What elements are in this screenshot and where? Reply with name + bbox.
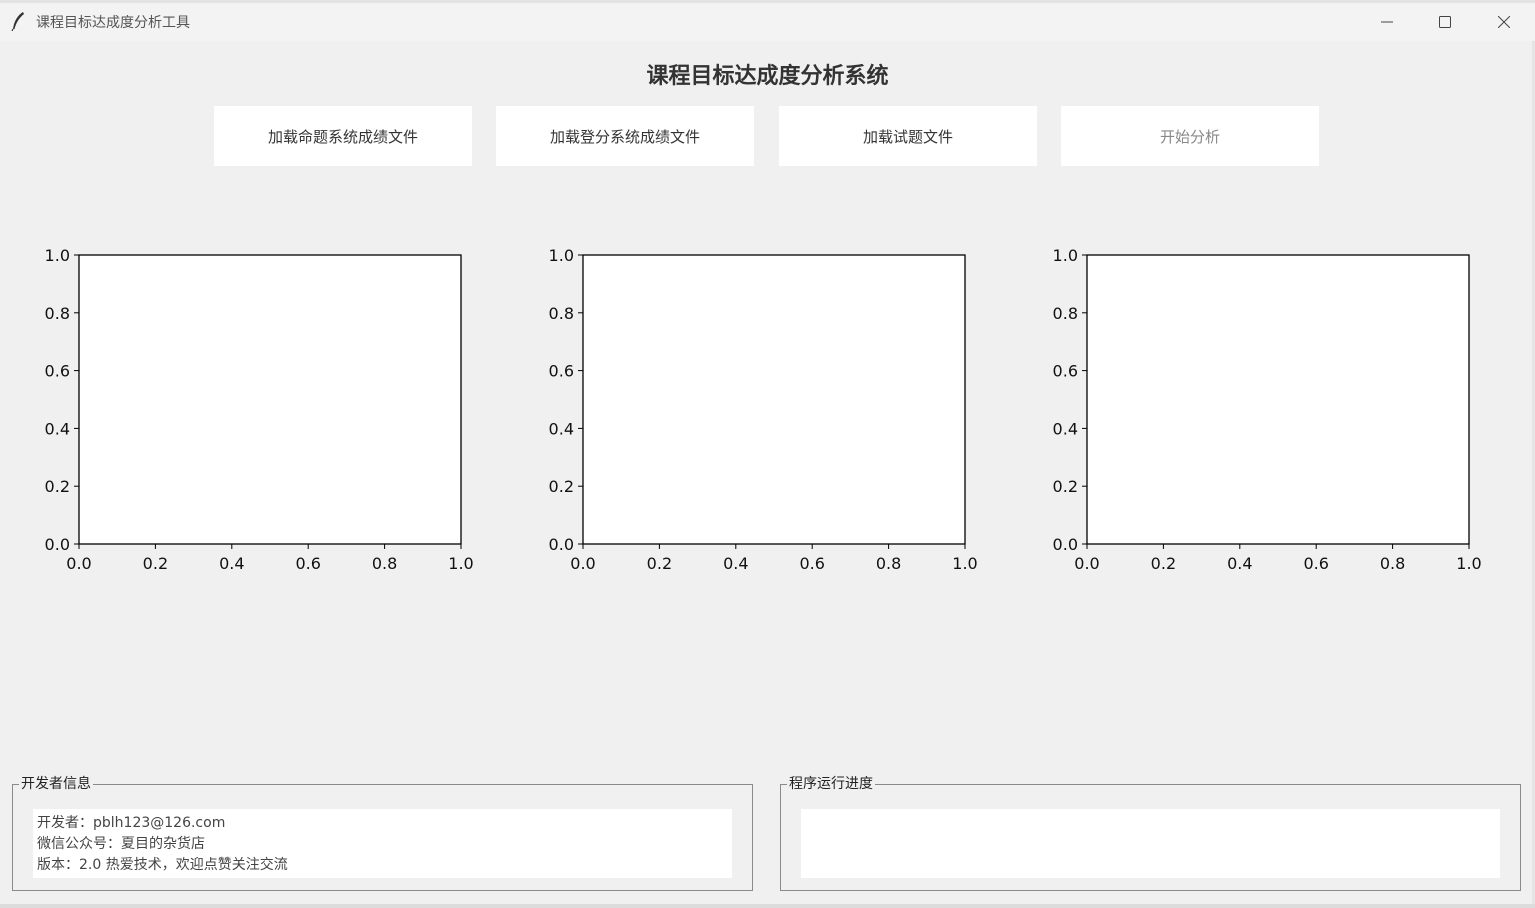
x-tick-label: 0.2	[143, 554, 168, 573]
chart-3: 0.0 0.2 0.4 0.6 0.8 1.0 0.0 0.2 0.4 0.6 0.8 1.0	[1038, 240, 1508, 585]
wechat-account-line: 微信公众号：夏目的杂货店	[37, 836, 205, 852]
x-tick-label: 0.0	[570, 554, 595, 573]
y-tick-label: 1.0	[45, 246, 70, 265]
y-tick-label: 0.6	[549, 362, 574, 381]
x-tick-label: 0.0	[1074, 554, 1099, 573]
y-tick-label: 0.4	[45, 419, 70, 438]
y-tick-label: 0.6	[1053, 362, 1078, 381]
y-tick-label: 0.8	[45, 304, 70, 323]
x-tick-label: 1.0	[1456, 554, 1481, 573]
chart-1: 0.0 0.2 0.4 0.6 0.8 1.0 0.0 0.2 0.4 0.6 0.8 1.0	[30, 240, 500, 585]
maximize-icon	[1439, 16, 1451, 28]
progress-text-area[interactable]	[801, 809, 1500, 878]
feather-icon	[10, 11, 26, 32]
page-title: 课程目标达成度分析系统	[646, 64, 889, 89]
plot-area	[1086, 254, 1470, 545]
x-tick-label: 0.6	[1303, 554, 1328, 573]
progress-label: 程序运行进度	[787, 776, 875, 792]
developer-email-line: 开发者：pblh123@126.com	[37, 815, 226, 831]
chart-2: 0.0 0.2 0.4 0.6 0.8 1.0 0.0 0.2 0.4 0.6 0.8 1.0	[534, 240, 1004, 585]
developer-info-text[interactable]: 开发者：pblh123@126.com 微信公众号：夏目的杂货店 版本：2.0 …	[33, 809, 732, 878]
x-tick-label: 0.8	[876, 554, 901, 573]
window-title: 课程目标达成度分析工具	[36, 15, 190, 31]
y-tick-label: 0.4	[549, 419, 574, 438]
chart-3-svg: 0.0 0.2 0.4 0.6 0.8 1.0 0.0 0.2 0.4 0.6 0.8 1.0	[1053, 246, 1482, 573]
y-tick-label: 0.2	[549, 477, 574, 496]
y-tick-label: 0.2	[45, 477, 70, 496]
y-tick-label: 0.0	[1053, 535, 1078, 554]
window-bottom-edge	[0, 904, 1535, 908]
load-questions-button[interactable]: 加载试题文件	[779, 106, 1037, 166]
plot-area	[582, 254, 966, 545]
chart-2-svg: 0.0 0.2 0.4 0.6 0.8 1.0 0.0 0.2 0.4 0.6 0.8 1.0	[549, 246, 978, 573]
y-tick-label: 0.6	[45, 362, 70, 381]
x-tick-label: 0.6	[799, 554, 824, 573]
x-tick-label: 0.6	[295, 554, 320, 573]
minimize-button[interactable]	[1358, 3, 1416, 41]
maximize-button[interactable]	[1416, 3, 1474, 41]
x-tick-label: 0.4	[723, 554, 748, 573]
close-icon	[1498, 16, 1510, 28]
progress-group: 程序运行进度	[780, 776, 1521, 891]
minimize-icon	[1381, 16, 1393, 28]
x-tick-label: 0.0	[66, 554, 91, 573]
x-tick-label: 0.2	[647, 554, 672, 573]
developer-info-group: 开发者信息 开发者：pblh123@126.com 微信公众号：夏目的杂货店 版…	[12, 776, 753, 891]
x-tick-label: 0.2	[1151, 554, 1176, 573]
load-registration-scores-button[interactable]: 加载登分系统成绩文件	[496, 106, 754, 166]
x-tick-label: 0.4	[1227, 554, 1252, 573]
y-tick-label: 0.4	[1053, 419, 1078, 438]
y-tick-label: 1.0	[1053, 246, 1078, 265]
x-tick-label: 0.8	[372, 554, 397, 573]
x-tick-label: 1.0	[448, 554, 473, 573]
developer-info-label: 开发者信息	[19, 776, 93, 792]
x-tick-label: 0.4	[219, 554, 244, 573]
y-tick-label: 0.0	[549, 535, 574, 554]
window-titlebar[interactable]: 课程目标达成度分析工具	[0, 3, 1535, 41]
x-tick-label: 1.0	[952, 554, 977, 573]
y-tick-label: 0.2	[1053, 477, 1078, 496]
load-proposition-scores-button[interactable]: 加载命题系统成绩文件	[214, 106, 472, 166]
y-tick-label: 0.8	[549, 304, 574, 323]
y-tick-label: 0.8	[1053, 304, 1078, 323]
plot-area	[78, 254, 462, 545]
x-tick-label: 0.8	[1380, 554, 1405, 573]
version-line: 版本：2.0 热爱技术，欢迎点赞关注交流	[37, 857, 288, 873]
chart-1-svg: 0.0 0.2 0.4 0.6 0.8 1.0 0.0 0.2 0.4 0.6 0.8 1.0	[45, 246, 474, 573]
close-button[interactable]	[1475, 3, 1533, 41]
y-tick-label: 1.0	[549, 246, 574, 265]
y-tick-label: 0.0	[45, 535, 70, 554]
start-analysis-button[interactable]: 开始分析	[1061, 106, 1319, 166]
